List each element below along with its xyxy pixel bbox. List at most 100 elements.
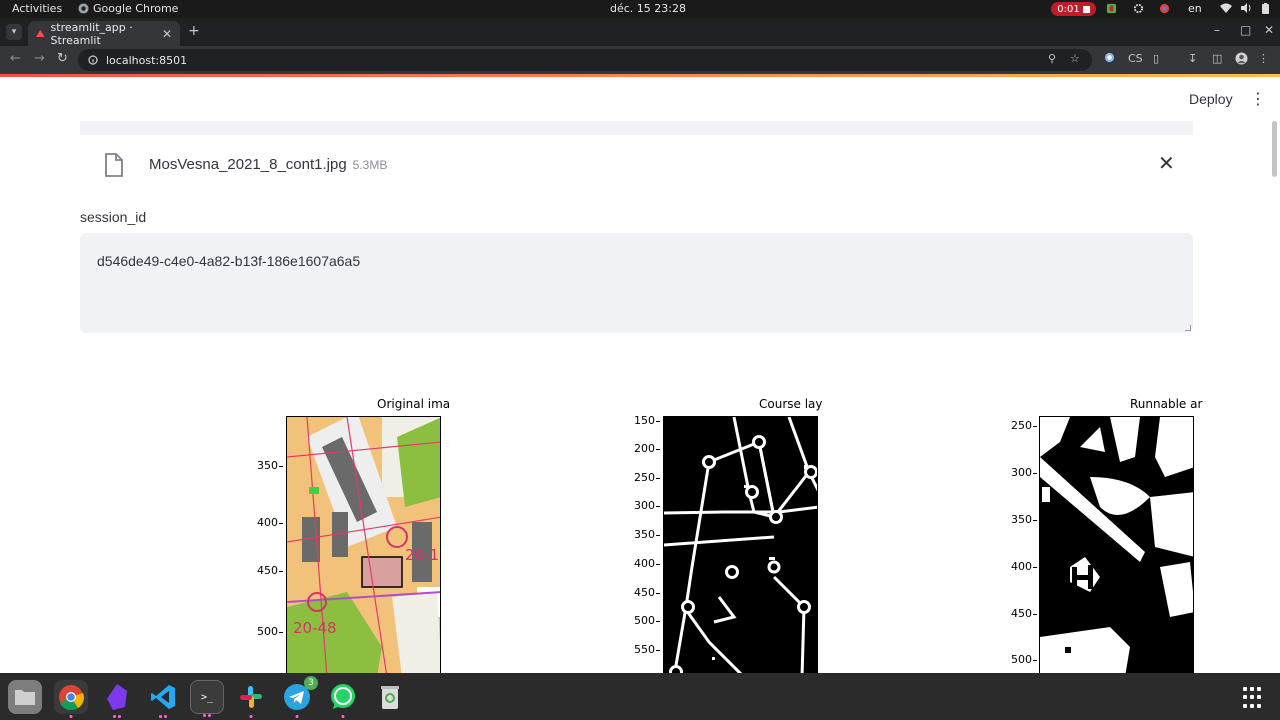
svg-text:26-1: 26-1 [405, 546, 439, 564]
session-id-label: session_id [80, 209, 147, 225]
back-icon[interactable]: ← [10, 51, 21, 66]
figure-course-layer: Course lay 150 200 250 300 350 400 450 5… [624, 395, 824, 673]
file-name: MosVesna_2021_8_cont1.jpg [149, 156, 347, 173]
extension-cs[interactable]: CS [1128, 52, 1143, 65]
y-tick-mark [656, 564, 660, 565]
course-layer-image [663, 416, 818, 673]
address-bar[interactable]: localhost:8501 ⚲ ☆ [78, 49, 1092, 71]
wifi-icon[interactable] [1220, 3, 1232, 13]
y-tick: 150 [634, 414, 655, 427]
y-tick: 550 [634, 643, 655, 656]
forward-icon[interactable]: → [34, 51, 45, 66]
dock-telegram[interactable]: 3 [280, 676, 318, 718]
y-tick: 250 [1011, 419, 1032, 432]
tab-close-icon[interactable]: ✕ [162, 27, 172, 41]
page-scrollbar[interactable] [1272, 121, 1277, 177]
stop-icon [1082, 5, 1090, 13]
runnable-area-image [1039, 416, 1194, 673]
y-tick: 400 [1011, 560, 1032, 573]
y-tick: 300 [634, 499, 655, 512]
dock-vscode[interactable] [146, 680, 180, 718]
dock-whatsapp[interactable] [326, 680, 360, 718]
whatsapp-icon [331, 684, 355, 709]
tab-title: streamlit_app · Streamlit [50, 20, 133, 47]
y-tick: 300 [1011, 466, 1032, 479]
tab-search-button[interactable]: ▾ [6, 24, 22, 40]
y-tick-mark [656, 650, 660, 651]
file-uploader-dropzone[interactable] [80, 121, 1193, 135]
y-tick-mark [1033, 520, 1037, 521]
url-text: localhost:8501 [106, 53, 188, 67]
uploaded-file-row: MosVesna_2021_8_cont1.jpg 5.3MB ✕ [80, 143, 1193, 187]
app-menu[interactable]: Google Chrome [78, 2, 178, 15]
main-menu-icon[interactable]: ⋮ [1250, 89, 1266, 108]
svg-text:20-48: 20-48 [293, 619, 337, 637]
figure-title: Course lay [759, 397, 823, 411]
streamlit-page: Deploy ⋮ MosVesna_2021_8_cont1.jpg 5.3MB … [0, 77, 1280, 673]
y-tick: 500 [634, 614, 655, 627]
file-name-line: MosVesna_2021_8_cont1.jpg 5.3MB [149, 156, 387, 173]
minimize-icon[interactable]: – [1214, 23, 1220, 37]
slack-icon [240, 686, 262, 708]
resize-handle-icon[interactable] [1185, 325, 1191, 331]
y-tick-mark [279, 571, 283, 572]
dock-slack[interactable] [234, 680, 268, 718]
side-panel-icon[interactable]: ◫ [1212, 52, 1222, 65]
battery-icon[interactable] [1262, 3, 1269, 14]
close-window-icon[interactable]: ✕ [1264, 23, 1274, 37]
maximize-icon[interactable]: □ [1240, 23, 1251, 37]
clock[interactable]: déc. 15 23:28 [610, 2, 686, 15]
language-indicator[interactable]: en [1188, 2, 1202, 15]
extensions-puzzle-icon[interactable]: ▯ [1153, 52, 1159, 65]
file-icon [105, 153, 123, 177]
y-tick: 200 [634, 442, 655, 455]
obsidian-icon [107, 684, 127, 710]
volume-icon[interactable] [1241, 3, 1252, 13]
remove-file-icon[interactable]: ✕ [1158, 151, 1175, 175]
dock-trash[interactable] [373, 680, 407, 714]
figure-runnable-area: Runnable ar 250 300 350 400 450 500 [1000, 395, 1202, 673]
y-tick: 350 [257, 459, 278, 472]
dock-terminal[interactable]: >_ [190, 680, 224, 717]
new-tab-button[interactable]: + [188, 23, 200, 39]
zoom-icon[interactable]: ⚲ [1048, 52, 1056, 65]
y-tick-mark [656, 478, 660, 479]
y-tick-mark [656, 506, 660, 507]
trash-icon [381, 686, 399, 709]
app-name: Google Chrome [93, 2, 179, 15]
profile-avatar[interactable] [1235, 52, 1248, 68]
figure-original-image: Original ima 350 400 450 500 26-1 20-48 [246, 395, 450, 673]
y-tick-mark [656, 593, 660, 594]
reload-icon[interactable]: ↻ [57, 51, 68, 66]
original-map-image: 26-1 20-48 [286, 416, 441, 673]
session-id-value: d546de49-c4e0-4a82-b13f-186e1607a6a5 [97, 253, 361, 269]
dock-obsidian[interactable] [100, 680, 134, 718]
browser-tab-strip: ▾ streamlit_app · Streamlit ✕ + – □ ✕ [0, 18, 1280, 47]
y-tick-mark [1033, 426, 1037, 427]
status-app-icon[interactable] [1106, 3, 1117, 14]
y-tick: 350 [1011, 513, 1032, 526]
settings-tray-icon[interactable] [1133, 3, 1144, 14]
extension-circle-icon[interactable] [1104, 52, 1115, 66]
show-apps-icon[interactable] [1243, 687, 1265, 709]
y-tick-mark [656, 421, 660, 422]
dock-files[interactable] [8, 680, 42, 714]
dock-chrome[interactable] [54, 680, 88, 718]
downloads-icon[interactable]: ↧ [1188, 52, 1197, 65]
site-info-icon[interactable] [88, 55, 98, 65]
bookmark-star-icon[interactable]: ☆ [1070, 52, 1080, 65]
chrome-icon [59, 685, 84, 710]
record-time: 0:01 [1057, 3, 1080, 15]
screen-record-indicator[interactable]: 0:01 [1051, 2, 1096, 16]
tab-streamlit-app[interactable]: streamlit_app · Streamlit ✕ [28, 20, 180, 47]
y-tick-mark [1033, 567, 1037, 568]
chrome-icon [78, 3, 89, 14]
deploy-button[interactable]: Deploy [1189, 91, 1233, 107]
session-id-textarea[interactable]: d546de49-c4e0-4a82-b13f-186e1607a6a5 [80, 233, 1193, 333]
chrome-menu-icon[interactable]: ⋮ [1258, 52, 1269, 65]
system-top-bar: Activities Google Chrome déc. 15 23:28 0… [0, 0, 1280, 18]
chrome-tray-icon[interactable] [1159, 3, 1170, 14]
activities-button[interactable]: Activities [12, 2, 62, 15]
streamlit-favicon-icon [36, 30, 45, 37]
y-tick-mark [279, 523, 283, 524]
